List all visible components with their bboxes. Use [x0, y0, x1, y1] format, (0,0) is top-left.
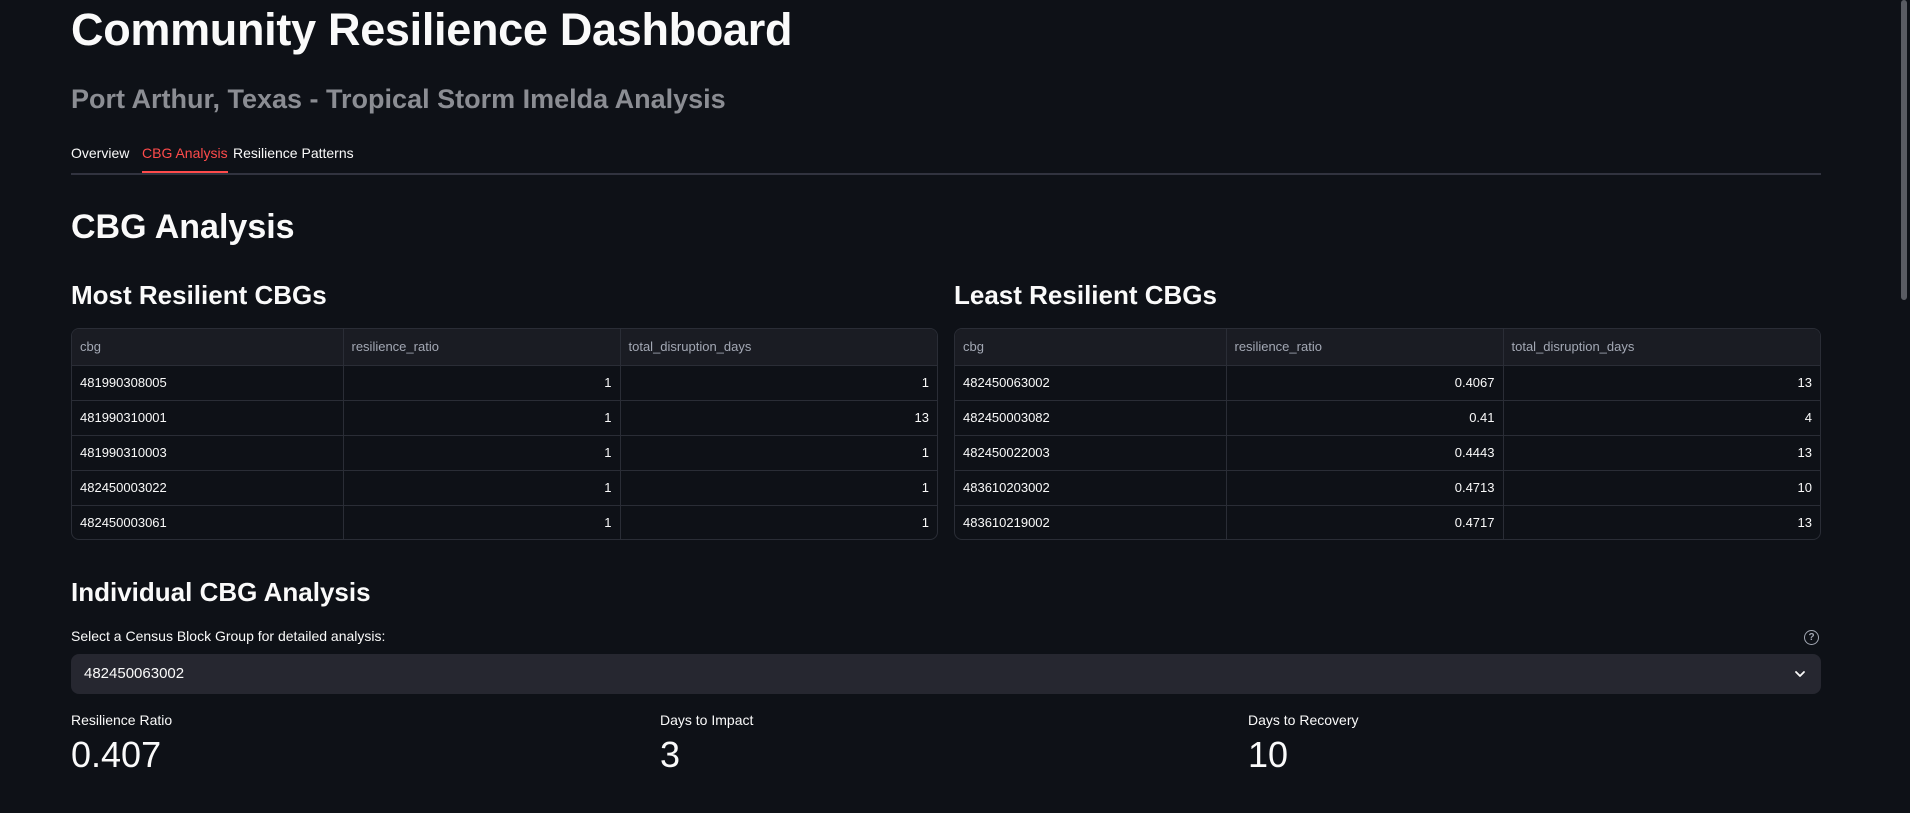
- most-resilient-table[interactable]: cbg resilience_ratio total_disruption_da…: [71, 328, 938, 540]
- table-row: 482450063002 0.4067 13: [955, 365, 1820, 401]
- table-cell[interactable]: 482450003082: [955, 400, 1227, 436]
- table-cell[interactable]: 0.4713: [1226, 470, 1504, 506]
- table-cell[interactable]: 1: [620, 505, 937, 539]
- table-row: 483610203002 0.4713 10: [955, 470, 1820, 506]
- table-cell[interactable]: 0.4067: [1226, 365, 1504, 401]
- table-cell[interactable]: 1: [343, 365, 621, 401]
- table-row: 482450003022 1 1: [72, 470, 937, 506]
- table-cell[interactable]: 481990310001: [72, 400, 344, 436]
- table-cell[interactable]: 1: [343, 400, 621, 436]
- metric-label: Resilience Ratio: [71, 712, 173, 728]
- tab-bar: Overview CBG Analysis Resilience Pattern…: [71, 140, 1821, 175]
- metric-days-to-impact: Days to Impact 3: [660, 712, 753, 776]
- table-cell[interactable]: 0.41: [1226, 400, 1504, 436]
- column-header[interactable]: cbg: [72, 329, 344, 366]
- table-cell[interactable]: 0.4717: [1226, 505, 1504, 539]
- table-row: 481990310001 1 13: [72, 400, 937, 436]
- metric-resilience-ratio: Resilience Ratio 0.407: [71, 712, 172, 776]
- table-cell[interactable]: 481990308005: [72, 365, 344, 401]
- table-cell[interactable]: 482450063002: [955, 365, 1227, 401]
- table-cell[interactable]: 13: [620, 400, 937, 436]
- column-header[interactable]: resilience_ratio: [1226, 329, 1504, 366]
- cbg-select[interactable]: 482450063002: [71, 654, 1821, 694]
- column-header[interactable]: resilience_ratio: [343, 329, 621, 366]
- metric-label: Days to Recovery: [1248, 712, 1359, 728]
- tab-overview[interactable]: Overview: [71, 145, 129, 171]
- chevron-down-icon: [1795, 671, 1805, 677]
- table-row: 481990310003 1 1: [72, 435, 937, 471]
- column-header[interactable]: total_disruption_days: [620, 329, 937, 366]
- table-cell[interactable]: 483610203002: [955, 470, 1227, 506]
- least-resilient-table[interactable]: cbg resilience_ratio total_disruption_da…: [954, 328, 1821, 540]
- metric-days-to-recovery: Days to Recovery 10: [1248, 712, 1358, 776]
- table-row: 482450022003 0.4443 13: [955, 435, 1820, 471]
- table-cell[interactable]: 13: [1503, 505, 1820, 539]
- table-cell[interactable]: 1: [343, 505, 621, 539]
- table-cell[interactable]: 1: [620, 435, 937, 471]
- column-header[interactable]: cbg: [955, 329, 1227, 366]
- table-cell[interactable]: 482450003022: [72, 470, 344, 506]
- table-cell[interactable]: 1: [620, 365, 937, 401]
- table-cell[interactable]: 4: [1503, 400, 1820, 436]
- cbg-select-value: 482450063002: [84, 665, 185, 682]
- dashboard-title: Community Resilience Dashboard: [71, 4, 793, 55]
- tab-resilience-patterns[interactable]: Resilience Patterns: [233, 145, 354, 171]
- table-cell[interactable]: 13: [1503, 435, 1820, 471]
- table-cell[interactable]: 1: [343, 435, 621, 471]
- metric-value: 10: [1248, 734, 1289, 775]
- table-row: 482450003082 0.41 4: [955, 400, 1820, 436]
- table-cell[interactable]: 482450022003: [955, 435, 1227, 471]
- table-cell[interactable]: 1: [620, 470, 937, 506]
- cbg-select-label: Select a Census Block Group for detailed…: [71, 628, 386, 644]
- column-header[interactable]: total_disruption_days: [1503, 329, 1820, 366]
- table-cell[interactable]: 482450003061: [72, 505, 344, 539]
- table-header-row: cbg resilience_ratio total_disruption_da…: [72, 329, 937, 366]
- table-row: 482450003061 1 1: [72, 505, 937, 539]
- table-cell[interactable]: 1: [343, 470, 621, 506]
- app-page: Community Resilience Dashboard Port Arth…: [0, 0, 1910, 813]
- least-resilient-title: Least Resilient CBGs: [954, 280, 1217, 310]
- metric-value: 0.407: [71, 734, 162, 775]
- table-cell[interactable]: 13: [1503, 365, 1820, 401]
- question-circle-icon[interactable]: ?: [1804, 630, 1819, 645]
- table-cell[interactable]: 481990310003: [72, 435, 344, 471]
- individual-cbg-title: Individual CBG Analysis: [71, 577, 371, 607]
- dashboard-subtitle: Port Arthur, Texas - Tropical Storm Imel…: [71, 84, 726, 114]
- table-cell[interactable]: 10: [1503, 470, 1820, 506]
- table-cell[interactable]: 0.4443: [1226, 435, 1504, 471]
- section-title: CBG Analysis: [71, 208, 295, 246]
- table-row: 481990308005 1 1: [72, 365, 937, 401]
- metric-value: 3: [660, 734, 681, 775]
- tab-cbg-analysis[interactable]: CBG Analysis: [142, 145, 228, 173]
- table-header-row: cbg resilience_ratio total_disruption_da…: [955, 329, 1820, 366]
- metric-label: Days to Impact: [660, 712, 754, 728]
- table-row: 483610219002 0.4717 13: [955, 505, 1820, 539]
- page-scrollbar[interactable]: [1901, 0, 1907, 300]
- most-resilient-title: Most Resilient CBGs: [71, 280, 327, 310]
- table-cell[interactable]: 483610219002: [955, 505, 1227, 539]
